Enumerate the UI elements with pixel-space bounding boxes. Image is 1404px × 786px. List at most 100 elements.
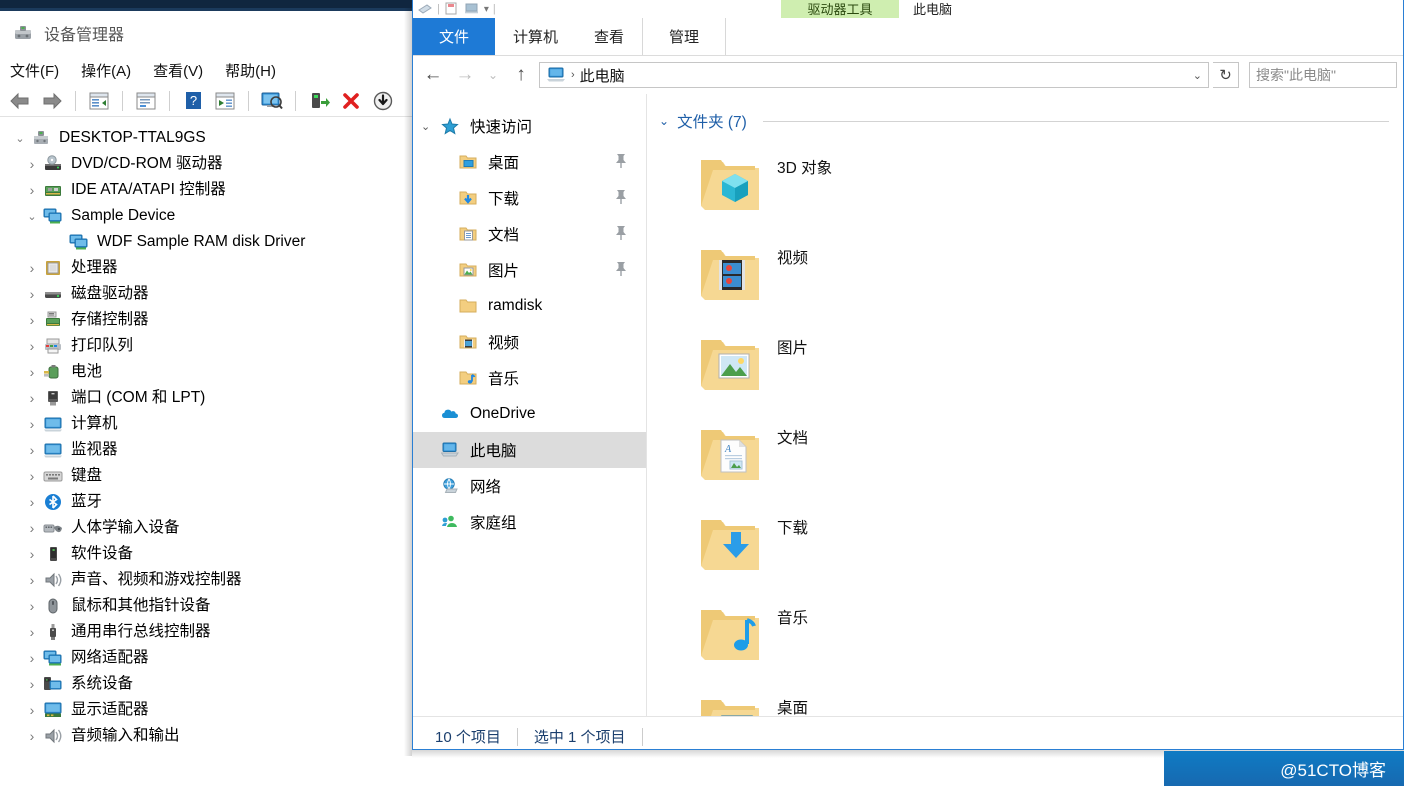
- view-devices-icon[interactable]: [258, 88, 286, 114]
- device-tree-node[interactable]: › 人体学输入设备: [0, 515, 412, 541]
- device-tree-node[interactable]: WDF Sample RAM disk Driver: [0, 229, 412, 255]
- breadcrumb[interactable]: › 此电脑 ⌄: [539, 62, 1209, 88]
- chevron-right-icon[interactable]: ›: [22, 650, 42, 666]
- device-tree-node[interactable]: › 键盘: [0, 463, 412, 489]
- folder-tile[interactable]: 音乐: [691, 590, 1067, 680]
- folder-tile[interactable]: 图片: [691, 320, 1067, 410]
- ribbon-tab-computer[interactable]: 计算机: [495, 18, 576, 55]
- folder-tile[interactable]: 3D 对象: [691, 140, 1067, 230]
- chevron-right-icon[interactable]: ›: [22, 442, 42, 458]
- qat-this-pc-icon[interactable]: [464, 2, 480, 16]
- qat-dropdown-icon[interactable]: ▾: [484, 4, 489, 15]
- ribbon-tab-file[interactable]: 文件: [413, 18, 495, 55]
- chevron-right-icon[interactable]: ›: [22, 390, 42, 406]
- chevron-right-icon[interactable]: ›: [22, 182, 42, 198]
- ribbon-tab-manage[interactable]: 管理: [642, 18, 727, 55]
- search-input[interactable]: 搜索"此电脑": [1249, 62, 1397, 88]
- chevron-right-icon[interactable]: ›: [22, 312, 42, 328]
- folder-tile[interactable]: 下载: [691, 500, 1067, 590]
- pin-icon[interactable]: [612, 224, 630, 245]
- chevron-right-icon[interactable]: ›: [22, 624, 42, 640]
- sidebar-item-this-pc[interactable]: 此电脑: [413, 432, 646, 468]
- device-tree-node[interactable]: › 通用串行总线控制器: [0, 619, 412, 645]
- chevron-right-icon[interactable]: ›: [22, 598, 42, 614]
- sidebar-item-desktop-folder[interactable]: 桌面: [413, 144, 646, 180]
- menu-view[interactable]: 查看(V): [153, 60, 203, 81]
- chevron-right-icon[interactable]: ›: [22, 520, 42, 536]
- device-tree-node[interactable]: › 蓝牙: [0, 489, 412, 515]
- chevron-down-icon[interactable]: ⌄: [22, 210, 42, 223]
- device-tree-node[interactable]: › 打印队列: [0, 333, 412, 359]
- disable-device-icon[interactable]: [369, 88, 397, 114]
- device-tree-node[interactable]: › 磁盘驱动器: [0, 281, 412, 307]
- folder-tile[interactable]: 视频: [691, 230, 1067, 320]
- folder-tile[interactable]: A 文档: [691, 410, 1067, 500]
- chevron-right-icon[interactable]: ›: [22, 416, 42, 432]
- device-tree-node[interactable]: › 音频输入和输出: [0, 723, 412, 749]
- up-arrow-icon[interactable]: ↑: [507, 61, 535, 89]
- device-tree-node[interactable]: › 网络适配器: [0, 645, 412, 671]
- chevron-right-icon[interactable]: ›: [22, 572, 42, 588]
- explorer-navigation-pane[interactable]: ⌄ 快速访问 桌面 下载 文档 图片 ramdisk 视频 音乐 OneDrive 此电脑 网络 家庭组: [413, 94, 647, 716]
- ribbon-tab-view[interactable]: 查看: [576, 18, 642, 55]
- device-tree-node[interactable]: › 监视器: [0, 437, 412, 463]
- device-tree-node[interactable]: › 电池: [0, 359, 412, 385]
- chevron-down-icon[interactable]: ⌄: [483, 61, 503, 89]
- chevron-right-icon[interactable]: ›: [22, 468, 42, 484]
- sidebar-item-network[interactable]: 网络: [413, 468, 646, 504]
- sidebar-item-onedrive[interactable]: OneDrive: [413, 396, 646, 432]
- device-tree-node[interactable]: › 系统设备: [0, 671, 412, 697]
- scan-hardware-changes-icon[interactable]: [211, 88, 239, 114]
- device-tree-node[interactable]: › 存储控制器: [0, 307, 412, 333]
- qat-new-folder-icon[interactable]: [444, 2, 460, 16]
- menu-file[interactable]: 文件(F): [10, 60, 59, 81]
- device-tree-node[interactable]: › 计算机: [0, 411, 412, 437]
- properties-icon[interactable]: [132, 88, 160, 114]
- back-arrow-icon[interactable]: ←: [419, 61, 447, 89]
- chevron-right-icon[interactable]: ›: [22, 702, 42, 718]
- chevron-right-icon[interactable]: ›: [22, 364, 42, 380]
- forward-arrow-icon[interactable]: [38, 88, 66, 114]
- device-tree-node[interactable]: › DVD/CD-ROM 驱动器: [0, 151, 412, 177]
- device-tree-node[interactable]: › 端口 (COM 和 LPT): [0, 385, 412, 411]
- menu-help[interactable]: 帮助(H): [225, 60, 276, 81]
- chevron-right-icon[interactable]: ›: [22, 676, 42, 692]
- folder-tile[interactable]: 桌面: [691, 680, 1067, 716]
- device-tree-node[interactable]: › 显示适配器: [0, 697, 412, 723]
- forward-arrow-icon[interactable]: →: [451, 61, 479, 89]
- pin-icon[interactable]: [612, 188, 630, 209]
- sidebar-item-documents-folder[interactable]: 文档: [413, 216, 646, 252]
- group-header-folders[interactable]: ⌄ 文件夹 (7): [647, 108, 1403, 134]
- explorer-content-pane[interactable]: ⌄ 文件夹 (7) 3D 对象视频图片A文档下载音乐桌面 ⌄ 设备和驱动器 (3…: [647, 94, 1403, 716]
- update-driver-icon[interactable]: [305, 88, 333, 114]
- chevron-right-icon[interactable]: ›: [22, 260, 42, 276]
- breadcrumb-dropdown-icon[interactable]: ⌄: [1193, 69, 1202, 82]
- chevron-right-icon[interactable]: ›: [22, 546, 42, 562]
- device-tree-node[interactable]: › 软件设备: [0, 541, 412, 567]
- chevron-down-icon[interactable]: ⌄: [421, 120, 430, 133]
- show-hide-console-tree-icon[interactable]: [85, 88, 113, 114]
- chevron-right-icon[interactable]: ›: [22, 338, 42, 354]
- menu-action[interactable]: 操作(A): [81, 60, 131, 81]
- back-arrow-icon[interactable]: [6, 88, 34, 114]
- sidebar-item-downloads-folder[interactable]: 下载: [413, 180, 646, 216]
- chevron-right-icon[interactable]: ›: [22, 728, 42, 744]
- chevron-right-icon[interactable]: ›: [22, 156, 42, 172]
- device-tree-node[interactable]: › 处理器: [0, 255, 412, 281]
- device-tree-node[interactable]: › 鼠标和其他指针设备: [0, 593, 412, 619]
- pin-icon[interactable]: [612, 152, 630, 173]
- uninstall-device-icon[interactable]: [337, 88, 365, 114]
- qat-properties-icon[interactable]: [417, 2, 433, 16]
- chevron-right-icon[interactable]: ›: [22, 494, 42, 510]
- sidebar-item-music-folder[interactable]: 音乐: [413, 360, 646, 396]
- chevron-right-icon[interactable]: ›: [22, 286, 42, 302]
- device-tree[interactable]: ⌄ DESKTOP-TTAL9GS › DVD/CD-ROM 驱动器 › IDE ATA/…: [0, 117, 412, 749]
- sidebar-item-homegroup[interactable]: 家庭组: [413, 504, 646, 540]
- chevron-down-icon[interactable]: ⌄: [659, 114, 669, 128]
- sidebar-item-star-pin[interactable]: ⌄ 快速访问: [413, 108, 646, 144]
- device-tree-node[interactable]: ⌄ Sample Device: [0, 203, 412, 229]
- device-tree-node[interactable]: ⌄ DESKTOP-TTAL9GS: [0, 125, 412, 151]
- help-icon[interactable]: ?: [179, 88, 207, 114]
- sidebar-item-pictures-folder[interactable]: 图片: [413, 252, 646, 288]
- device-tree-node[interactable]: › 声音、视频和游戏控制器: [0, 567, 412, 593]
